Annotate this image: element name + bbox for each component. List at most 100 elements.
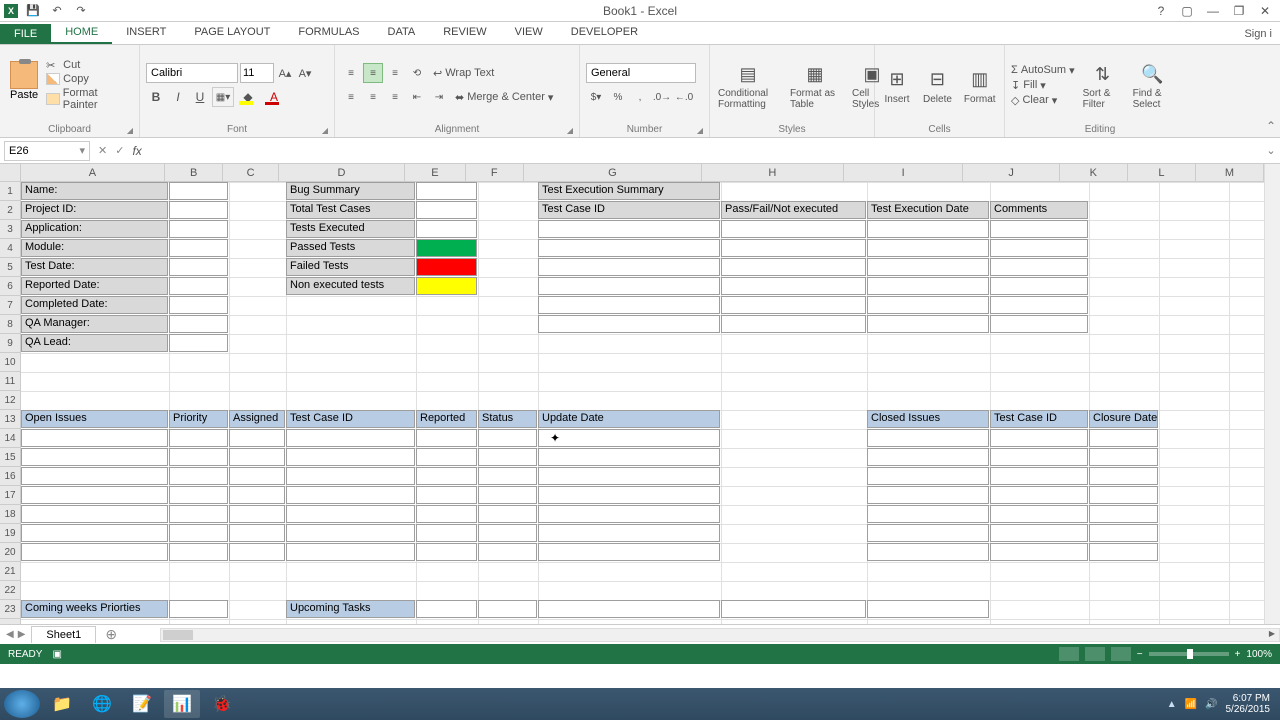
row-headers[interactable]: 123456789101112131415161718192021222324 xyxy=(0,182,21,624)
cell[interactable] xyxy=(538,467,720,485)
cell[interactable] xyxy=(416,543,477,561)
row-header[interactable]: 2 xyxy=(0,201,21,220)
cell[interactable] xyxy=(990,277,1088,295)
cell[interactable]: Test Case ID xyxy=(286,410,415,428)
orientation-button[interactable]: ⟲ xyxy=(407,63,427,83)
row-header[interactable]: 24 xyxy=(0,619,21,624)
format-as-table-button[interactable]: ▦Format as Table xyxy=(788,58,842,112)
cell[interactable]: Project ID: xyxy=(21,201,168,219)
tab-file[interactable]: FILE xyxy=(0,24,51,44)
sheet-nav-prev-button[interactable]: ◀ xyxy=(6,629,14,640)
excel-taskbar-icon[interactable]: 📊 xyxy=(164,690,200,718)
cell[interactable] xyxy=(416,448,477,466)
font-name-dropdown[interactable] xyxy=(146,63,238,83)
redo-button[interactable]: ↷ xyxy=(72,2,90,20)
tab-data[interactable]: DATA xyxy=(374,22,430,44)
cell[interactable] xyxy=(416,429,477,447)
cell[interactable] xyxy=(990,524,1088,542)
cell[interactable]: Failed Tests xyxy=(286,258,415,276)
delete-cells-button[interactable]: ⊟Delete xyxy=(921,64,954,107)
fill-color-button[interactable]: ◆ xyxy=(236,87,260,107)
cell[interactable] xyxy=(416,524,477,542)
cell[interactable]: Module: xyxy=(21,239,168,257)
cell[interactable] xyxy=(286,429,415,447)
tab-developer[interactable]: DEVELOPER xyxy=(557,22,652,44)
cell[interactable]: Test Case ID xyxy=(990,410,1088,428)
cell[interactable] xyxy=(538,600,720,618)
cell[interactable]: QA Lead: xyxy=(21,334,168,352)
cell[interactable] xyxy=(867,467,989,485)
cell[interactable] xyxy=(286,543,415,561)
cell[interactable] xyxy=(169,315,228,333)
zoom-out-button[interactable]: − xyxy=(1137,649,1143,660)
column-header[interactable]: M xyxy=(1196,164,1264,182)
cell[interactable] xyxy=(169,182,228,200)
column-header[interactable]: K xyxy=(1060,164,1128,182)
file-explorer-icon[interactable]: 📁 xyxy=(44,690,80,718)
wrap-text-button[interactable]: ↩Wrap Text xyxy=(429,65,498,82)
row-header[interactable]: 13 xyxy=(0,410,21,429)
cell[interactable] xyxy=(169,524,228,542)
cell[interactable]: Assigned xyxy=(229,410,285,428)
dialog-launcher-icon[interactable]: ◢ xyxy=(567,126,573,135)
bottom-align-button[interactable]: ≡ xyxy=(385,63,405,83)
tab-formulas[interactable]: FORMULAS xyxy=(284,22,373,44)
cell[interactable] xyxy=(538,524,720,542)
start-button[interactable] xyxy=(4,690,40,718)
increase-indent-button[interactable]: ⇥ xyxy=(429,87,449,107)
cell[interactable] xyxy=(416,182,477,200)
dialog-launcher-icon[interactable]: ◢ xyxy=(697,126,703,135)
row-header[interactable]: 3 xyxy=(0,220,21,239)
column-header[interactable]: D xyxy=(279,164,405,182)
name-box[interactable]: E26▾ xyxy=(4,141,90,161)
cell[interactable] xyxy=(867,448,989,466)
underline-button[interactable]: U xyxy=(190,87,210,107)
insert-cells-button[interactable]: ⊞Insert xyxy=(881,64,913,107)
help-button[interactable]: ? xyxy=(1150,1,1172,21)
cell[interactable] xyxy=(990,315,1088,333)
paste-button[interactable]: Paste xyxy=(6,59,42,111)
cell[interactable] xyxy=(990,543,1088,561)
scroll-right-icon[interactable]: ▶ xyxy=(1265,629,1279,641)
cell[interactable] xyxy=(169,296,228,314)
cell[interactable]: Reported Date: xyxy=(21,277,168,295)
cell[interactable] xyxy=(169,201,228,219)
conditional-formatting-button[interactable]: ▤Conditional Formatting xyxy=(716,58,780,112)
cell[interactable] xyxy=(538,448,720,466)
cell[interactable] xyxy=(1089,429,1158,447)
column-header[interactable]: J xyxy=(963,164,1059,182)
fx-icon[interactable]: fx xyxy=(132,144,141,158)
zoom-level[interactable]: 100% xyxy=(1246,649,1272,660)
autosum-button[interactable]: ΣAutoSum ▾ xyxy=(1011,64,1075,77)
tray-volume-icon[interactable]: 🔊 xyxy=(1205,699,1217,710)
cell[interactable] xyxy=(416,600,477,618)
clear-button[interactable]: ◇Clear ▾ xyxy=(1011,94,1075,107)
cell[interactable] xyxy=(169,448,228,466)
cell[interactable]: Total Test Cases xyxy=(286,201,415,219)
cell[interactable] xyxy=(21,505,168,523)
row-header[interactable]: 1 xyxy=(0,182,21,201)
cell[interactable] xyxy=(1089,448,1158,466)
cell[interactable] xyxy=(867,315,989,333)
row-header[interactable]: 19 xyxy=(0,524,21,543)
cell[interactable] xyxy=(721,258,866,276)
font-size-dropdown[interactable] xyxy=(240,63,274,83)
cell[interactable]: Non executed tests xyxy=(286,277,415,295)
cell[interactable] xyxy=(169,258,228,276)
close-button[interactable]: ✕ xyxy=(1254,1,1276,21)
cell[interactable] xyxy=(416,201,477,219)
cell[interactable] xyxy=(1089,524,1158,542)
cell[interactable] xyxy=(1089,486,1158,504)
cell[interactable] xyxy=(867,429,989,447)
cell[interactable] xyxy=(538,429,720,447)
cell[interactable]: Status xyxy=(478,410,537,428)
cell[interactable] xyxy=(416,505,477,523)
row-header[interactable]: 14 xyxy=(0,429,21,448)
cell[interactable]: Pass/Fail/Not executed xyxy=(721,201,866,219)
comma-button[interactable]: , xyxy=(630,87,650,107)
cell[interactable] xyxy=(478,429,537,447)
select-all-button[interactable] xyxy=(0,164,21,182)
cell[interactable] xyxy=(478,448,537,466)
cell[interactable] xyxy=(867,277,989,295)
cell[interactable]: Bug Summary xyxy=(286,182,415,200)
